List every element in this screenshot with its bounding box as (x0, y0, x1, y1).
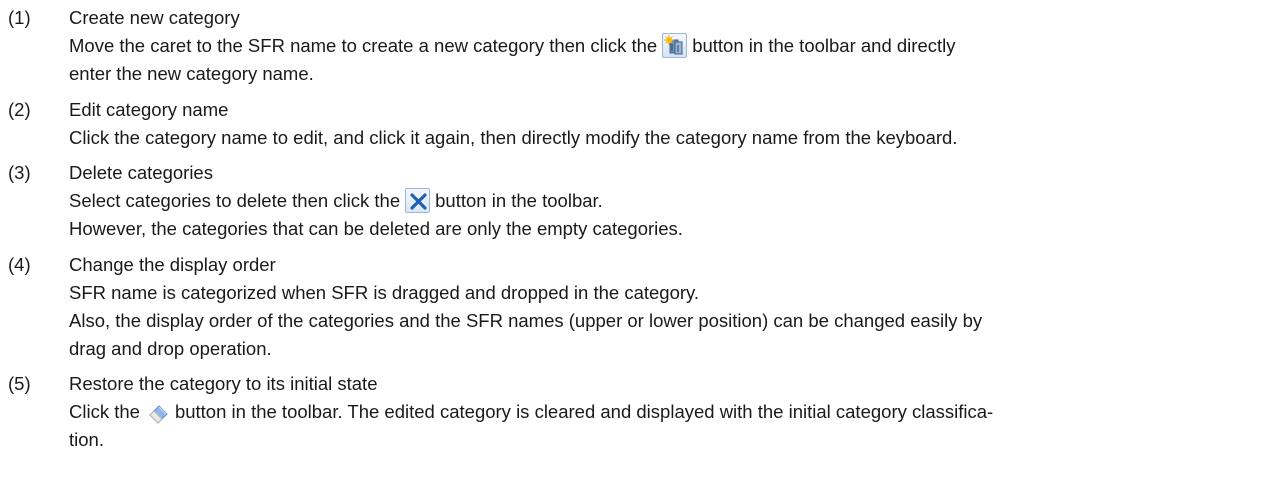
item-title: Restore the category to its initial stat… (69, 373, 378, 394)
item-text-before: Click the (69, 401, 140, 422)
item-title: Delete categories (69, 162, 213, 183)
item-text-before: Select categories to delete then click t… (69, 190, 401, 211)
new-category-icon (662, 32, 688, 58)
item-text: drag and drop operation. (69, 338, 272, 359)
item-number: (2) (8, 99, 31, 120)
item-title: Change the display order (69, 254, 276, 275)
item-text-after: button in the toolbar. (435, 190, 603, 211)
item-number: (3) (8, 162, 31, 183)
item-text-after: button in the toolbar. The edited catego… (174, 401, 994, 422)
item-text-after: button in the toolbar and directly (692, 35, 956, 56)
item-text: Move the caret to the SFR name to create… (69, 32, 1244, 60)
item-text-before: Move the caret to the SFR name to create… (69, 35, 658, 56)
item-text: Click the category name to edit, and cli… (69, 127, 958, 148)
item-title: Edit category name (69, 99, 229, 120)
item-text: However, the categories that can be dele… (69, 218, 683, 239)
item-text: SFR name is categorized when SFR is drag… (69, 282, 700, 303)
item-number: (5) (8, 373, 31, 394)
item-text: Click the button in the toolbar. The edi… (69, 398, 1244, 426)
item-number: (1) (8, 7, 31, 28)
item-title: Create new category (69, 7, 240, 28)
item-text: tion. (69, 429, 104, 450)
item-text: Also, the display order of the categorie… (69, 310, 983, 331)
item-text: enter the new category name. (69, 63, 314, 84)
eraser-icon (145, 399, 170, 424)
delete-x-icon (405, 187, 431, 213)
item-number: (4) (8, 254, 31, 275)
item-text: Select categories to delete then click t… (69, 187, 1244, 215)
document-page: (1) Create new category Move the caret t… (0, 0, 1267, 498)
